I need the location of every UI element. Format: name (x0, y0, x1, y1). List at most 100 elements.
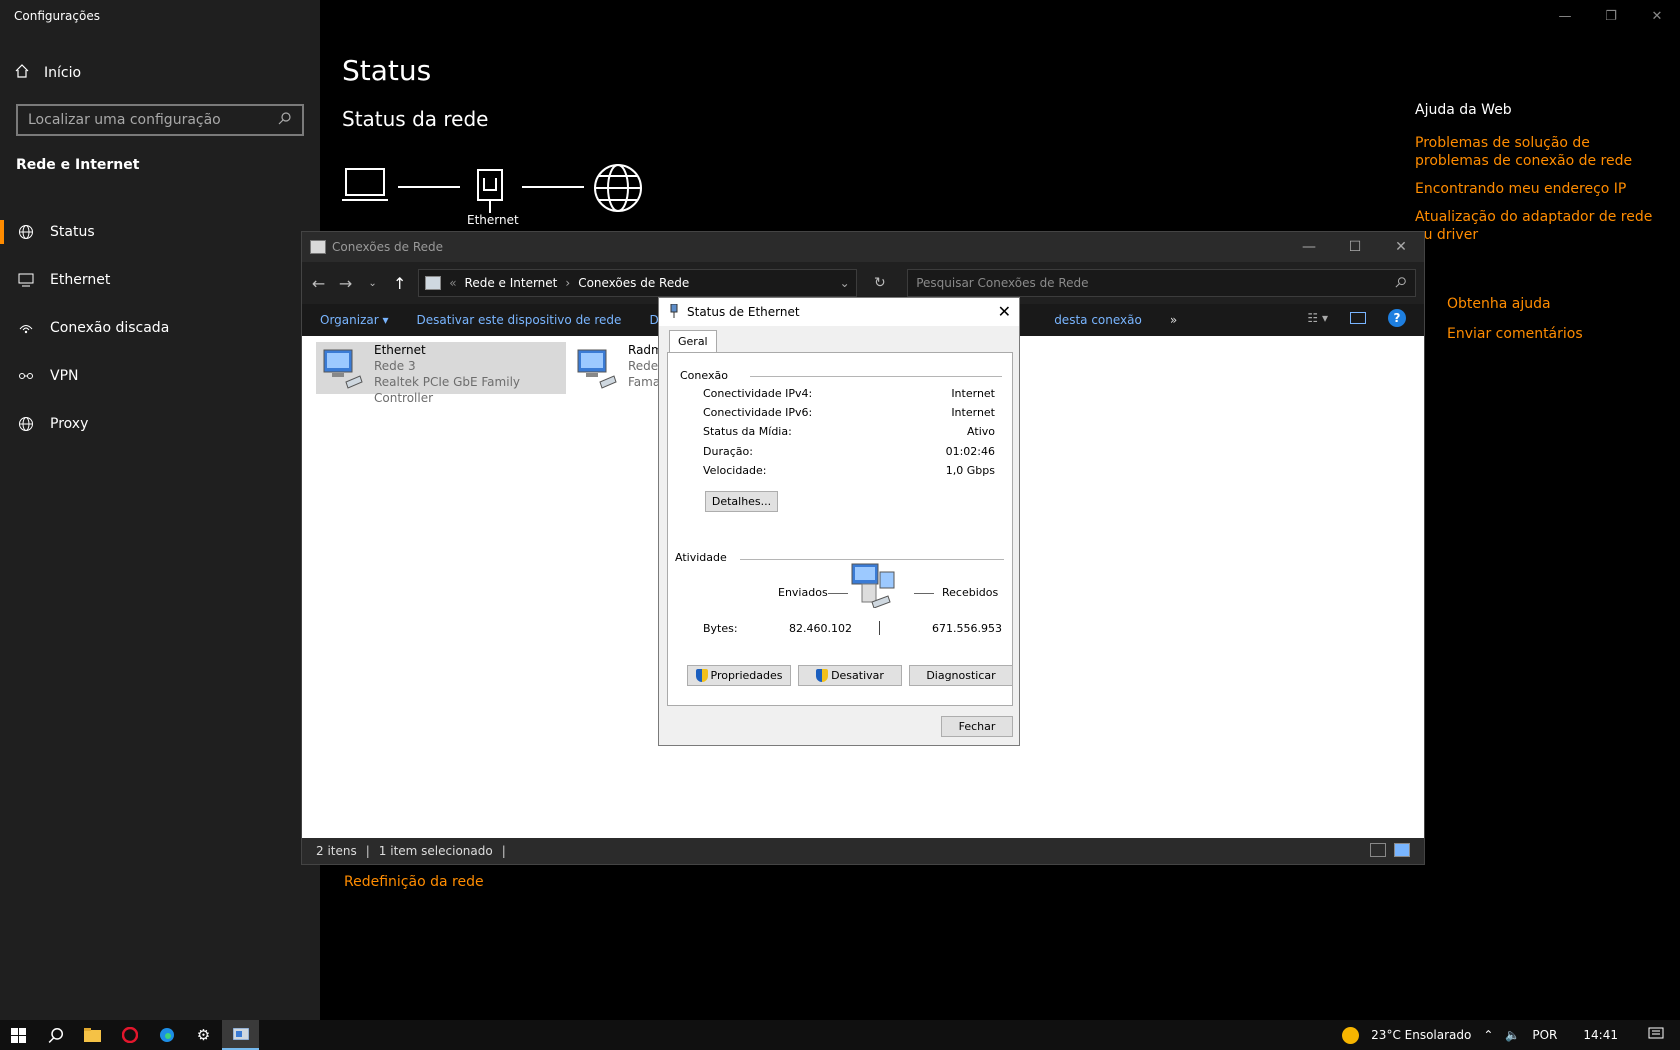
help-icon[interactable]: ? (1388, 309, 1406, 327)
change-view-icon[interactable]: ☷ ▾ (1307, 311, 1328, 325)
details-button[interactable]: Detalhes... (705, 491, 778, 512)
taskbar: ⚙ 23°C Ensolarado ⌃ 🔈 POR 14:41 (0, 1020, 1680, 1050)
network-reset-link[interactable]: Redefinição da rede (344, 874, 484, 890)
globe-icon (16, 415, 36, 433)
forward-arrow-icon[interactable]: → (337, 274, 354, 293)
help-link-update-adapter[interactable]: Atualização do adaptador de rede ou driv… (1415, 208, 1655, 244)
close-dialog-button[interactable]: Fechar (941, 716, 1013, 737)
info-label: Conectividade IPv4: (703, 387, 813, 400)
notification-icon[interactable] (1648, 1027, 1664, 1044)
ethernet-icon (16, 271, 36, 289)
recent-chevron-icon[interactable]: ⌄ (364, 278, 381, 289)
network-adapter-icon (574, 346, 618, 390)
get-help-link[interactable]: Obtenha ajuda (1447, 296, 1583, 312)
sidebar-item-proxy[interactable]: Proxy (0, 400, 320, 448)
sidebar-item-dialup[interactable]: Conexão discada (0, 304, 320, 352)
chevron-up-icon[interactable]: ⌃ (1483, 1028, 1493, 1042)
address-box[interactable]: « Rede e Internet › Conexões de Rede ⌄ (418, 269, 857, 297)
connection-network: Rede 3 (374, 359, 416, 373)
home-nav-item[interactable]: Início (14, 62, 81, 84)
bytes-label: Bytes: (703, 622, 738, 635)
explorer-window-controls: — ☐ ✕ (1286, 232, 1424, 262)
list-item-text: Ethernet Rede 3 Realtek PCIe GbE Family … (374, 342, 566, 405)
settings-search-input[interactable]: Localizar uma configuração (16, 104, 304, 136)
organize-button[interactable]: Organizar ▾ (320, 313, 389, 327)
help-link-troubleshoot[interactable]: Problemas de solução de problemas de con… (1415, 134, 1655, 170)
disable-device-button[interactable]: Desativar este dispositivo de rede (417, 313, 622, 327)
bytes-separator (879, 621, 880, 635)
status-separator: | (365, 844, 370, 858)
dialog-tabs: Geral (659, 326, 1019, 352)
info-row: Duração: 01:02:46 (703, 445, 995, 458)
explorer-search-input[interactable]: Pesquisar Conexões de Rede (907, 269, 1416, 297)
up-arrow-icon[interactable]: ↑ (391, 274, 408, 293)
properties-button[interactable]: Propriedades (687, 665, 791, 686)
info-label: Duração: (703, 445, 753, 458)
minimize-button[interactable]: — (1542, 0, 1588, 32)
breadcrumb-item[interactable]: Rede e Internet (465, 276, 558, 290)
breadcrumb-overflow[interactable]: « (449, 276, 456, 290)
dialog-titlebar[interactable]: Status de Ethernet ✕ (659, 298, 1019, 326)
tab-general[interactable]: Geral (669, 330, 717, 352)
windows-start-icon[interactable] (0, 1020, 37, 1050)
sun-weather-icon[interactable] (1342, 1026, 1360, 1044)
sidebar-item-vpn[interactable]: VPN (0, 352, 320, 400)
explorer-title: Conexões de Rede (332, 240, 444, 254)
restore-button[interactable]: ❐ (1588, 0, 1634, 32)
internet-globe-icon (594, 164, 642, 212)
close-button[interactable]: ✕ (1634, 0, 1680, 32)
opera-browser-icon[interactable] (111, 1020, 148, 1050)
address-dropdown-icon[interactable]: ⌄ (840, 276, 850, 290)
explorer-minimize-button[interactable]: — (1286, 232, 1332, 262)
bytes-received-value: 671.556.953 (932, 622, 1002, 635)
search-icon (1395, 276, 1407, 291)
file-explorer-icon[interactable] (74, 1020, 111, 1050)
diagnose-dialog-button[interactable]: Diagnosticar (909, 665, 1013, 686)
settings-sidebar: Configurações Início Localizar uma confi… (0, 0, 320, 1020)
explorer-close-button[interactable]: ✕ (1378, 232, 1424, 262)
ethernet-plug-icon (669, 303, 679, 321)
activity-group-label: Atividade (675, 551, 727, 564)
explorer-maximize-button[interactable]: ☐ (1332, 232, 1378, 262)
list-item[interactable]: Ethernet Rede 3 Realtek PCIe GbE Family … (316, 342, 566, 405)
search-icon[interactable] (278, 111, 292, 129)
sidebar-item-label: Conexão discada (50, 320, 170, 336)
info-label: Velocidade: (703, 464, 767, 477)
volume-icon[interactable]: 🔈 (1505, 1028, 1520, 1042)
ethernet-caption: Ethernet (467, 213, 519, 227)
window-controls: — ❐ ✕ (1542, 0, 1680, 32)
home-icon (14, 63, 30, 83)
help-link-find-ip[interactable]: Encontrando meu endereço IP (1415, 180, 1655, 198)
settings-gear-icon[interactable]: ⚙ (185, 1020, 222, 1050)
info-value: Internet (951, 406, 995, 419)
language-indicator[interactable]: POR (1532, 1028, 1557, 1042)
explorer-titlebar[interactable]: Conexões de Rede — ☐ ✕ (302, 232, 1424, 262)
connection-settings-button[interactable]: desta conexão (1054, 313, 1142, 327)
laptop-icon (342, 168, 388, 201)
refresh-icon[interactable]: ↻ (867, 275, 894, 291)
more-commands-button[interactable]: » (1170, 313, 1177, 327)
web-help-panel: Ajuda da Web Problemas de solução de pro… (1415, 102, 1655, 254)
feedback-link[interactable]: Enviar comentários (1447, 326, 1583, 342)
view-controls: ☷ ▾ ? (1307, 309, 1406, 327)
info-value: 01:02:46 (945, 445, 995, 458)
details-view-icon[interactable] (1370, 843, 1386, 857)
back-arrow-icon[interactable]: ← (310, 274, 327, 293)
preview-pane-icon[interactable] (1350, 312, 1366, 324)
large-icons-view-icon[interactable] (1394, 843, 1410, 857)
disable-button[interactable]: Desativar (798, 665, 902, 686)
search-icon[interactable] (37, 1020, 74, 1050)
search-placeholder: Localizar uma configuração (28, 112, 221, 128)
network-connections-taskbar-icon[interactable] (222, 1020, 259, 1050)
close-icon[interactable]: ✕ (998, 302, 1011, 321)
globe-status-icon (16, 223, 36, 241)
sidebar-item-status[interactable]: Status (0, 208, 320, 256)
weather-text[interactable]: 23°C Ensolarado (1371, 1028, 1471, 1042)
breadcrumb-item[interactable]: Conexões de Rede (578, 276, 689, 290)
clock[interactable]: 14:41 (1583, 1028, 1618, 1042)
system-tray: 23°C Ensolarado ⌃ 🔈 POR 14:41 (1342, 1020, 1680, 1050)
sidebar-item-ethernet[interactable]: Ethernet (0, 256, 320, 304)
edge-browser-icon[interactable] (148, 1020, 185, 1050)
sent-label: Enviados (778, 586, 828, 599)
view-toggle (1370, 843, 1410, 857)
